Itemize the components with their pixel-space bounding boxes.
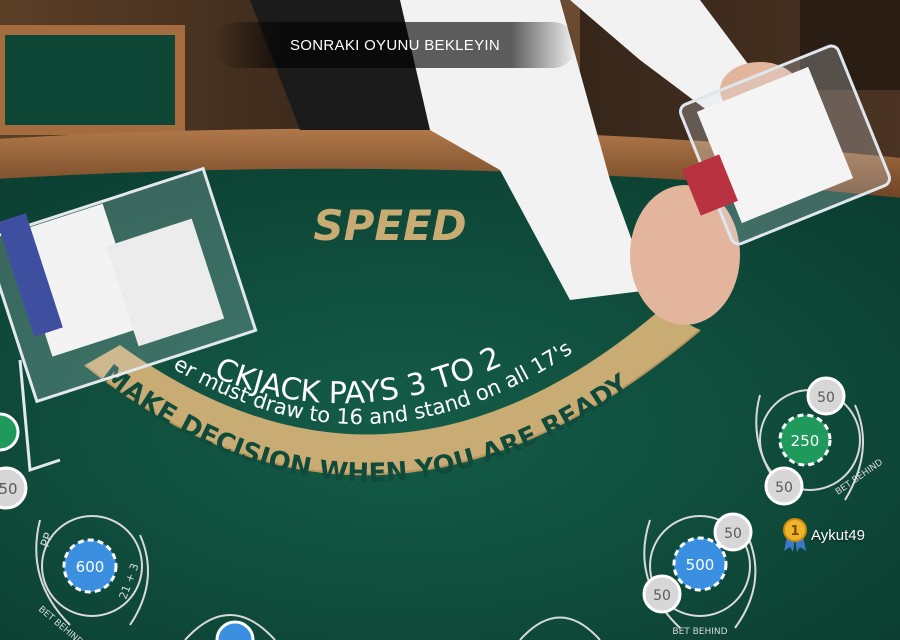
- live-table-video: SPEED CKJACK PAYS 3 TO 2 er must draw to…: [0, 0, 900, 640]
- left-seat-chip-value: 50: [0, 480, 18, 498]
- seat-3-bottom-chip-value: 50: [775, 480, 793, 496]
- seat-1-main-chip-value: 600: [76, 558, 105, 576]
- status-message: SONRAKI OYUNU BEKLEYIN: [290, 36, 500, 54]
- player-name: Aykut49: [811, 526, 865, 544]
- seat-2-side-chip-value: 50: [724, 526, 742, 542]
- player-tag: 1 Aykut49: [782, 518, 865, 552]
- seat-3-main-chip-value: 250: [791, 432, 820, 450]
- table-scene: SPEED CKJACK PAYS 3 TO 2 er must draw to…: [0, 0, 900, 640]
- status-banner: SONRAKI OYUNU BEKLEYIN: [214, 22, 576, 68]
- seat-2-bet-behind: BET BEHIND: [672, 627, 727, 637]
- seat-2-main-chip-value: 500: [686, 556, 715, 574]
- rank-number: 1: [790, 524, 799, 539]
- seat-3-top-chip-value: 50: [817, 390, 835, 406]
- table-brand: SPEED: [313, 201, 466, 250]
- seat-2-side-chip-2-value: 50: [653, 588, 671, 604]
- rank-medal-icon: 1: [783, 518, 807, 552]
